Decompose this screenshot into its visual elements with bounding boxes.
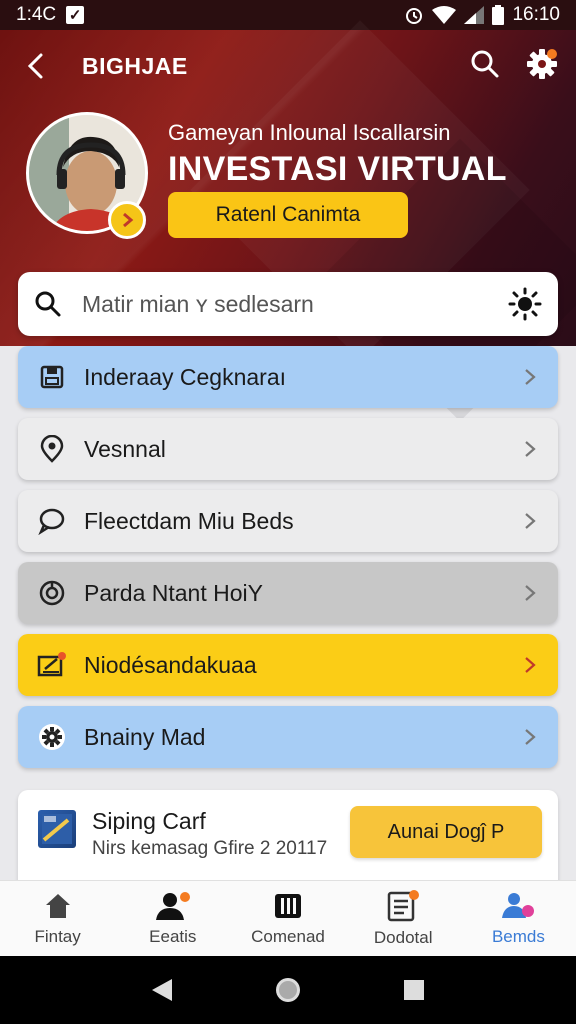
menu-item-5[interactable]: Bnainy Mad [18, 706, 558, 768]
chevron-right-icon [520, 511, 540, 531]
menu-item-4[interactable]: Niodésandakuaa [18, 634, 558, 696]
tag-icon [36, 577, 68, 609]
status-time-right: 16:10 [512, 4, 560, 25]
chevron-right-icon [520, 655, 540, 675]
nav-label: Eeatis [149, 926, 197, 946]
menu-item-2[interactable]: Fleectdam Miu Beds [18, 490, 558, 552]
card-subtitle: Nirs kemasag Gfire 2 20117 [92, 838, 328, 859]
location-icon [36, 433, 68, 465]
avatar-badge-button[interactable] [108, 201, 146, 239]
signal-icon [464, 6, 485, 24]
card-title: Siping Carf [92, 808, 206, 834]
nav-label: Comenad [251, 926, 325, 946]
page-title: BIGHJAE [82, 52, 188, 79]
home-circle-icon[interactable] [273, 975, 303, 1005]
menu-list: Inderaay Cegknaraı Vesnnal Fleectdam Miu… [18, 346, 558, 778]
nav-item-4[interactable]: Bemds [461, 881, 576, 956]
settings-button[interactable] [526, 48, 558, 85]
back-triangle-icon[interactable] [150, 977, 174, 1003]
search-icon [471, 50, 499, 77]
person-icon [155, 891, 190, 920]
battery-icon [492, 5, 505, 25]
menu-item-label: Niodésandakuaa [84, 651, 257, 678]
search-button[interactable] [470, 49, 500, 84]
edit-note-icon [36, 649, 68, 681]
card-action-button[interactable]: Aunai Dogĵ P [350, 806, 542, 858]
menu-item-label: Bnainy Mad [84, 723, 206, 750]
chevron-right-icon [520, 727, 540, 747]
chevron-right-icon [123, 212, 134, 228]
menu-item-label: Fleectdam Miu Beds [84, 507, 294, 534]
gear-icon [36, 721, 68, 753]
status-bar: 1:4С ✓ 16:10 [0, 0, 576, 30]
chat-bubble-icon [36, 505, 68, 537]
app-bar: BIGHJAE [0, 30, 576, 102]
brightness-icon[interactable] [508, 287, 542, 321]
save-icon [36, 361, 68, 393]
chevron-right-icon [520, 367, 540, 387]
people-icon [502, 892, 535, 918]
nav-item-0[interactable]: Fintay [0, 881, 115, 956]
profile-subtitle: Gameyan Inlounal Iscallarsin [168, 120, 451, 145]
system-nav-bar [0, 956, 576, 1024]
home-icon [45, 893, 70, 918]
profile-action-button[interactable]: Ratenl Canimta [168, 192, 408, 238]
checkbox-notification-icon: ✓ [66, 6, 85, 24]
recents-square-icon[interactable] [402, 978, 426, 1002]
document-icon [387, 889, 420, 921]
nav-label: Fintay [34, 926, 81, 946]
nav-label: Bemds [491, 926, 545, 946]
columns-icon [275, 893, 301, 918]
alarm-icon [406, 8, 423, 24]
search-input[interactable] [82, 290, 508, 318]
profile-text: Gameyan Inlounal Iscallarsin INVESTASI V… [168, 120, 507, 189]
chevron-left-icon [27, 53, 43, 79]
status-time-left: 1:4С [16, 4, 57, 25]
nav-item-1[interactable]: Eeatis [115, 881, 230, 956]
gear-icon [527, 48, 557, 79]
chevron-right-icon [520, 439, 540, 459]
promo-card: Siping Carf Nirs kemasag Gfire 2 20117 A… [18, 790, 558, 890]
nav-label: Dodotal [373, 927, 433, 947]
nav-item-2[interactable]: Comenad [230, 881, 345, 956]
wifi-icon [432, 6, 457, 24]
search-bar[interactable] [18, 272, 558, 336]
menu-item-label: Inderaay Cegknaraı [84, 363, 287, 390]
search-icon [35, 291, 61, 317]
menu-item-label: Parda Ntant HoiY [84, 579, 263, 606]
menu-item-0[interactable]: Inderaay Cegknaraı [18, 346, 558, 408]
back-button[interactable] [18, 48, 54, 84]
nav-item-3[interactable]: Dodotal [346, 881, 461, 956]
menu-item-3[interactable]: Parda Ntant HoiY [18, 562, 558, 624]
card-thumbnail [38, 810, 76, 848]
chevron-right-icon [520, 583, 540, 603]
profile-headline: INVESTASI VIRTUAL [168, 150, 507, 188]
menu-item-label: Vesnnal [84, 435, 166, 462]
bottom-nav: Fintay Eeatis Comenad Dodotal Bemds [0, 880, 576, 956]
menu-item-1[interactable]: Vesnnal [18, 418, 558, 480]
